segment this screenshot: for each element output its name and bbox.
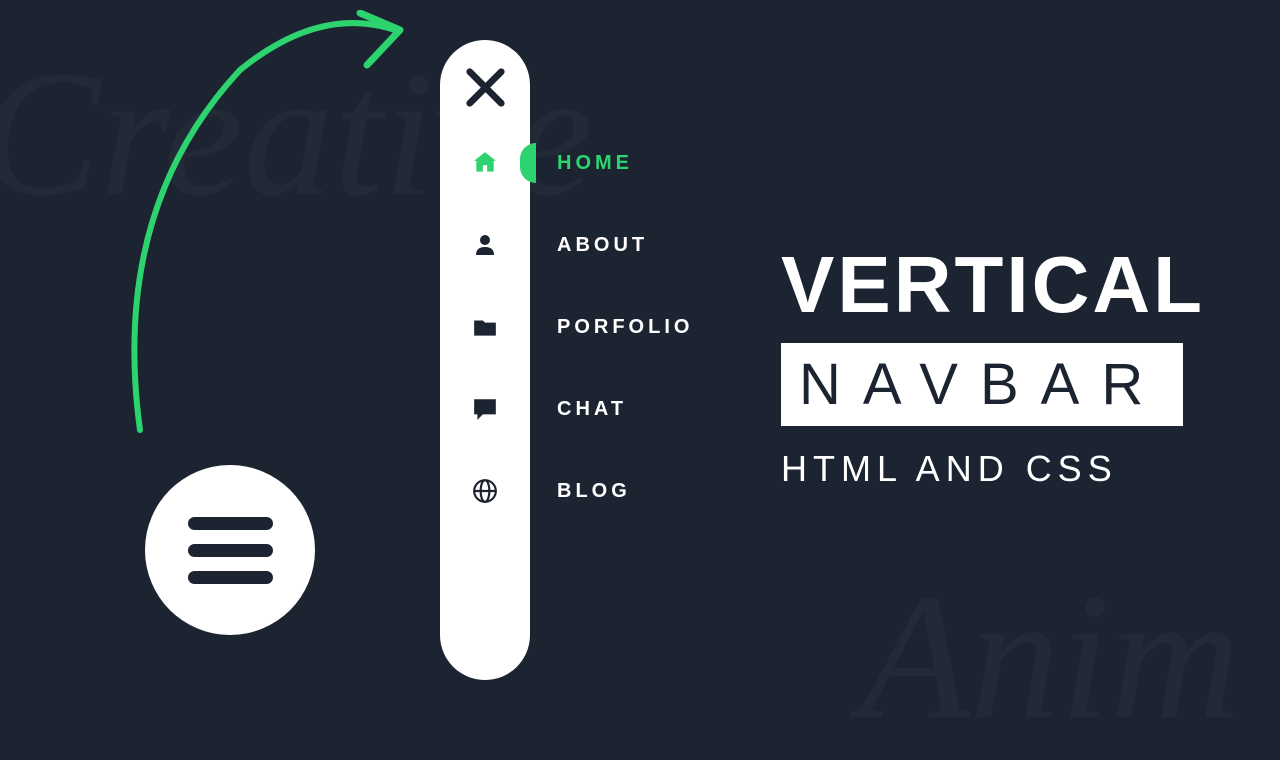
- close-icon[interactable]: [463, 65, 508, 110]
- nav-label: HOME: [557, 152, 633, 175]
- chat-icon: [472, 396, 498, 422]
- title-block: VERTICAL NAVBAR HTML AND CSS: [781, 245, 1205, 490]
- user-icon: [472, 232, 498, 258]
- title-navbar: NAVBAR: [781, 343, 1183, 426]
- nav-label: ABOUT: [557, 234, 648, 257]
- title-subtitle: HTML AND CSS: [781, 448, 1205, 490]
- nav-item-home[interactable]: HOME: [472, 150, 498, 176]
- nav-label: CHAT: [557, 398, 627, 421]
- hamburger-line: [188, 517, 273, 530]
- background-text-bottom: Anim: [860, 553, 1240, 760]
- nav-item-portfolio[interactable]: PORFOLIO: [472, 314, 498, 340]
- vertical-navbar: HOME ABOUT PORFOLIO CHAT BLOG: [440, 40, 530, 680]
- nav-label: BLOG: [557, 480, 631, 503]
- nav-item-blog[interactable]: BLOG: [472, 478, 498, 504]
- arrow-decoration: [100, 10, 430, 440]
- hamburger-button[interactable]: [145, 465, 315, 635]
- nav-item-chat[interactable]: CHAT: [472, 396, 498, 422]
- globe-icon: [472, 478, 498, 504]
- folder-icon: [472, 314, 498, 340]
- home-icon: [472, 150, 498, 176]
- hamburger-line: [188, 571, 273, 584]
- hamburger-line: [188, 544, 273, 557]
- nav-item-about[interactable]: ABOUT: [472, 232, 498, 258]
- title-vertical: VERTICAL: [781, 245, 1205, 325]
- nav-label: PORFOLIO: [557, 316, 693, 339]
